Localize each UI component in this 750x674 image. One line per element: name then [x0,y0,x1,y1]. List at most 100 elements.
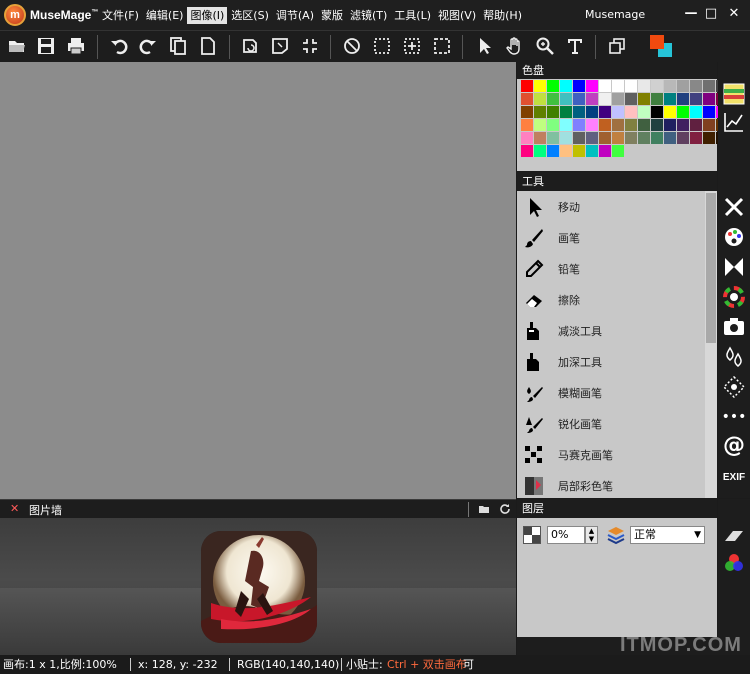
menu-item-7[interactable]: 工具(L) [391,7,434,24]
redo-icon[interactable] [136,34,160,58]
refresh-icon[interactable] [499,503,511,518]
color-swatch[interactable] [586,93,598,105]
color-swatch[interactable] [599,145,611,157]
folder-icon[interactable] [478,503,490,518]
color-swatch[interactable] [677,93,689,105]
pattern-tab[interactable] [722,375,746,399]
color-swatch[interactable] [534,119,546,131]
menu-item-8[interactable]: 视图(V) [435,7,479,24]
zoom-icon[interactable] [533,34,557,58]
rgb-channels-tab[interactable] [722,551,746,575]
opacity-stepper[interactable]: ▲ ▼ [585,526,598,544]
color-swatch[interactable] [521,93,533,105]
color-swatch[interactable] [534,93,546,105]
opacity-input[interactable]: 0% [547,526,585,544]
tool-item-partial-color[interactable]: 局部彩色笔 [517,470,705,498]
pointer-icon[interactable] [472,34,496,58]
color-swatch[interactable] [612,145,624,157]
color-swatch[interactable] [599,80,611,92]
tool-item-dodge[interactable]: 减淡工具 [517,315,705,346]
color-swatch[interactable] [703,80,715,92]
move-select-icon[interactable] [400,34,424,58]
color-swatch[interactable] [664,119,676,131]
tool-item-mosaic-brush[interactable]: 马赛克画笔 [517,439,705,470]
color-swatch[interactable] [690,106,702,118]
crop-select-icon[interactable] [430,34,454,58]
tools-scrollbar[interactable] [705,191,717,498]
color-swatch[interactable] [560,119,572,131]
color-wheel-tab[interactable] [722,285,746,309]
tools-tab[interactable] [722,195,746,219]
color-swatch[interactable] [599,119,611,131]
color-swatch[interactable] [586,80,598,92]
close-button[interactable]: ✕ [726,6,742,22]
color-swatch[interactable] [573,132,585,144]
color-swatch[interactable] [560,80,572,92]
save-icon[interactable] [34,34,58,58]
menu-item-3[interactable]: 选区(S) [228,7,272,24]
drops-tab[interactable] [722,345,746,369]
color-swatch[interactable] [690,119,702,131]
blend-mode-select[interactable]: 正常 ▼ [630,526,705,544]
rotate-icon[interactable] [238,34,262,58]
color-swatch[interactable] [586,119,598,131]
color-swatch[interactable] [638,80,650,92]
tool-item-sharpen-brush[interactable]: 锐化画笔 [517,408,705,439]
canvas-area[interactable] [0,62,516,499]
undo-icon[interactable] [107,34,131,58]
menu-item-0[interactable]: 文件(F) [99,7,142,24]
fit-icon[interactable] [298,34,322,58]
scroll-thumb[interactable] [706,193,716,343]
color-swatch[interactable] [521,145,533,157]
color-swatch[interactable] [547,145,559,157]
color-swatch[interactable] [521,80,533,92]
color-swatch[interactable] [664,132,676,144]
color-swatch[interactable] [625,106,637,118]
color-swatch[interactable] [573,80,585,92]
color-swatch[interactable] [677,132,689,144]
color-swatch[interactable] [625,93,637,105]
color-swatch[interactable] [573,145,585,157]
menu-item-2[interactable]: 图像(I) [187,7,228,24]
color-swatch[interactable] [599,106,611,118]
camera-tab[interactable] [722,315,746,339]
color-swatch[interactable] [703,119,715,131]
color-swatch[interactable] [612,106,624,118]
color-swatch[interactable] [612,80,624,92]
color-swatch[interactable] [560,93,572,105]
curves-tab[interactable] [722,110,746,134]
erase-layer-tab[interactable] [722,524,746,548]
color-swatch[interactable] [599,93,611,105]
palette-tab[interactable] [722,225,746,249]
color-swatch[interactable] [547,80,559,92]
color-swatch[interactable] [651,106,663,118]
color-swatch[interactable] [534,132,546,144]
color-swatch[interactable] [638,119,650,131]
color-swatch[interactable] [560,106,572,118]
menu-item-1[interactable]: 编辑(E) [143,7,187,24]
menu-item-9[interactable]: 帮助(H) [480,7,525,24]
color-swatch[interactable] [573,106,585,118]
exif-tab[interactable]: EXIF [722,465,746,489]
open-folder-icon[interactable] [5,34,29,58]
hand-icon[interactable] [503,34,527,58]
new-page-icon[interactable] [196,34,220,58]
image-thumbnail[interactable] [201,531,317,643]
color-swatch[interactable] [573,119,585,131]
tool-item-pencil[interactable]: 铅笔 [517,253,705,284]
color-swatch[interactable] [599,132,611,144]
color-swatch[interactable] [534,106,546,118]
color-swatch[interactable] [560,145,572,157]
color-swatch[interactable] [612,119,624,131]
color-swatch[interactable] [664,93,676,105]
color-swatch[interactable] [521,132,533,144]
more-tab[interactable]: ••• [722,405,747,429]
tool-item-blur-brush[interactable]: 模糊画笔 [517,377,705,408]
color-swatch[interactable] [651,80,663,92]
color-swatch[interactable] [625,119,637,131]
layers-icon[interactable] [605,34,629,58]
deselect-icon[interactable] [340,34,364,58]
text-icon[interactable] [563,34,587,58]
histogram-tab[interactable] [722,82,746,106]
color-swatch[interactable] [703,93,715,105]
